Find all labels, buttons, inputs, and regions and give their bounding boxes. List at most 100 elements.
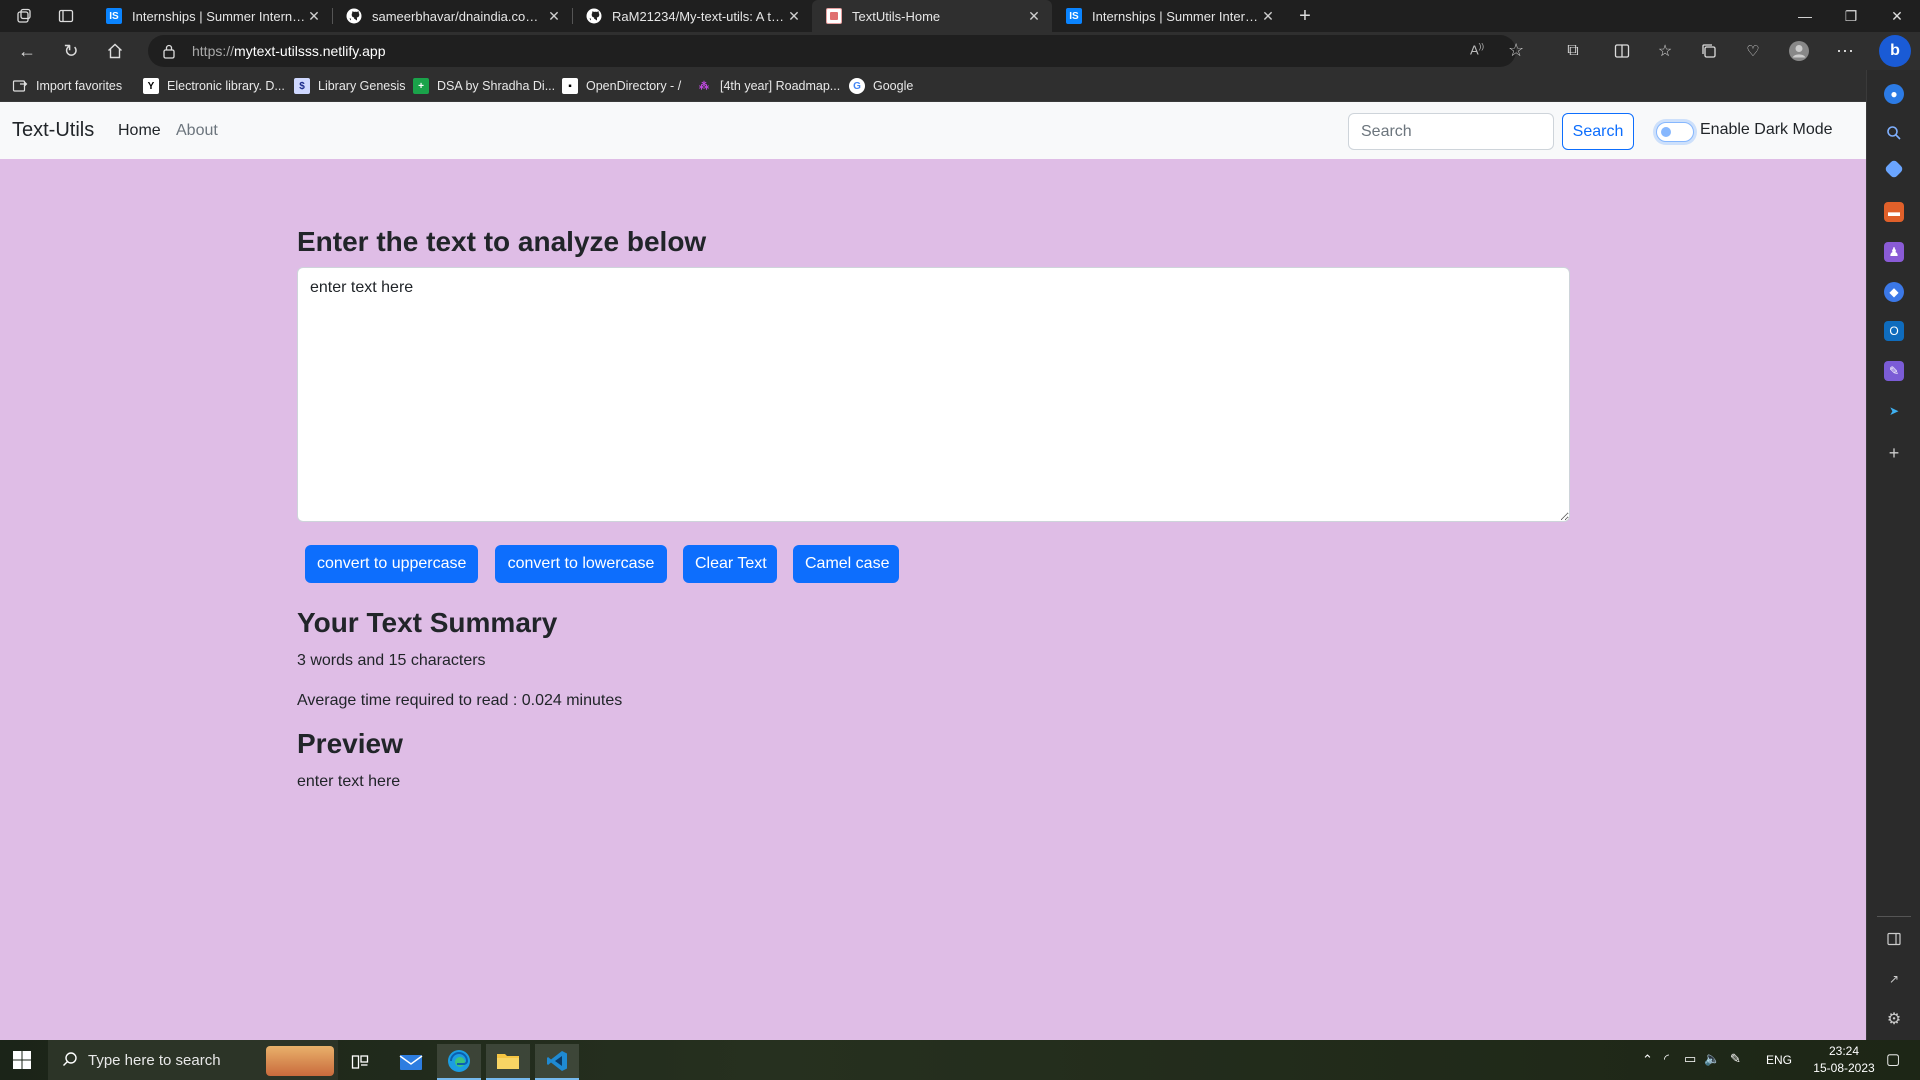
- dark-mode-label[interactable]: Enable Dark Mode: [1700, 121, 1833, 139]
- taskbar-search-box[interactable]: Type here to search: [48, 1040, 338, 1080]
- favorite-star-icon[interactable]: ☆: [1508, 40, 1524, 61]
- new-tab-icon[interactable]: +: [1294, 4, 1316, 28]
- page-favicon-icon: [826, 8, 842, 24]
- add-sidebar-app-icon[interactable]: +: [1884, 443, 1904, 463]
- home-icon[interactable]: [100, 36, 130, 66]
- hide-sidebar-icon[interactable]: [1884, 929, 1904, 949]
- favorite-label: Google: [873, 79, 914, 93]
- windows-start-icon[interactable]: [12, 1050, 32, 1070]
- chevron-up-icon[interactable]: ⌃: [1642, 1052, 1653, 1068]
- favorite-label: Electronic library. D...: [167, 79, 285, 93]
- favorite-item[interactable]: ▪ OpenDirectory - /: [562, 77, 681, 95]
- browser-tab[interactable]: RaM21234/My-text-utils: A tool ✕: [572, 0, 812, 32]
- edge-browser-icon[interactable]: [437, 1044, 481, 1080]
- favorites-icon[interactable]: ☆: [1650, 36, 1680, 66]
- network-icon[interactable]: ◜: [1664, 1051, 1669, 1067]
- lock-icon[interactable]: [162, 43, 176, 64]
- close-tab-icon[interactable]: ✕: [1260, 8, 1276, 25]
- microsoft-365-icon[interactable]: ◆: [1884, 282, 1904, 302]
- reading-time: Average time required to read : 0.024 mi…: [297, 692, 623, 709]
- read-aloud-icon[interactable]: A)): [1470, 42, 1484, 57]
- lowercase-button[interactable]: convert to lowercase: [495, 545, 667, 583]
- browser-toolbar: ← ↻ https://mytext-utilsss.netlify.app A…: [0, 32, 1920, 70]
- uppercase-button[interactable]: convert to uppercase: [305, 545, 478, 583]
- profile-avatar-icon[interactable]: [1784, 36, 1814, 66]
- tools-icon[interactable]: ▬: [1884, 202, 1904, 222]
- minimize-icon[interactable]: —: [1782, 0, 1828, 32]
- bing-chat-icon[interactable]: b: [1879, 35, 1911, 67]
- favorite-item[interactable]: $ Library Genesis: [294, 77, 406, 95]
- pen-icon[interactable]: ✎: [1730, 1051, 1741, 1067]
- search-icon[interactable]: [1884, 123, 1904, 143]
- close-tab-icon[interactable]: ✕: [306, 8, 322, 25]
- back-icon[interactable]: ←: [12, 36, 42, 66]
- clock-time[interactable]: 23:24: [1812, 1044, 1876, 1058]
- split-screen-icon[interactable]: [1607, 36, 1637, 66]
- drop-icon[interactable]: ✎: [1884, 361, 1904, 381]
- site-navbar: Text-Utils Home About Search Enable Dark…: [0, 102, 1866, 159]
- workspaces-icon[interactable]: [16, 8, 32, 27]
- nav-link-home[interactable]: Home: [118, 122, 161, 140]
- google-icon: G: [849, 78, 865, 94]
- vscode-icon[interactable]: [535, 1044, 579, 1080]
- clear-text-button[interactable]: Clear Text: [683, 545, 777, 583]
- favorite-item[interactable]: + DSA by Shradha Di...: [413, 77, 555, 95]
- search-input[interactable]: [1348, 113, 1554, 150]
- extensions-icon[interactable]: ⧉: [1558, 36, 1588, 66]
- preview-title: Preview: [297, 728, 403, 759]
- brand-link[interactable]: Text-Utils: [12, 119, 94, 142]
- tab-actions-icon[interactable]: [58, 8, 74, 29]
- camel-case-button[interactable]: Camel case: [793, 545, 899, 583]
- book-icon: $: [294, 78, 310, 94]
- external-link-icon[interactable]: ↗: [1884, 969, 1904, 989]
- tab-title: TextUtils-Home: [852, 8, 941, 24]
- shopping-tag-icon[interactable]: [1884, 159, 1904, 179]
- favorite-item[interactable]: Y Electronic library. D...: [143, 77, 285, 95]
- favorite-item[interactable]: Import favorites: [12, 77, 122, 95]
- browser-tab[interactable]: sameerbhavar/dnaindia.com: Clo ✕: [332, 0, 572, 32]
- restore-icon[interactable]: ❐: [1828, 0, 1874, 32]
- browser-tab-active[interactable]: TextUtils-Home ✕: [812, 0, 1052, 32]
- browser-essentials-icon[interactable]: ♡: [1738, 36, 1768, 66]
- action-center-icon[interactable]: ▢: [1886, 1050, 1900, 1068]
- clock-date[interactable]: 15-08-2023: [1804, 1061, 1884, 1075]
- internshala-icon: IS: [106, 8, 122, 24]
- search-highlight-image[interactable]: [266, 1046, 334, 1076]
- more-options-icon[interactable]: ⋯: [1830, 36, 1860, 66]
- url-text[interactable]: https://mytext-utilsss.netlify.app: [192, 43, 386, 59]
- close-window-icon[interactable]: ✕: [1874, 0, 1920, 32]
- browser-tab[interactable]: IS Internships | Summer Internship ✕: [92, 0, 332, 32]
- search-button[interactable]: Search: [1562, 113, 1634, 150]
- word-char-count: 3 words and 15 characters: [297, 652, 486, 669]
- close-tab-icon[interactable]: ✕: [546, 8, 562, 25]
- language-indicator[interactable]: ENG: [1766, 1053, 1792, 1067]
- task-view-icon[interactable]: [338, 1044, 382, 1080]
- nav-link-about[interactable]: About: [176, 122, 218, 140]
- outlook-icon[interactable]: O: [1884, 321, 1904, 341]
- text-input-area[interactable]: enter text here: [297, 267, 1570, 522]
- send-icon[interactable]: ➤: [1884, 401, 1904, 421]
- games-icon[interactable]: ♟: [1884, 242, 1904, 262]
- battery-icon[interactable]: ▭: [1684, 1051, 1696, 1067]
- mail-icon[interactable]: [389, 1044, 433, 1080]
- favorite-item[interactable]: G Google: [849, 77, 913, 95]
- edge-sidebar: ● ▬ ♟ ◆ O ✎ ➤ + ↗ ⚙: [1866, 70, 1920, 1040]
- collections-icon[interactable]: [1694, 36, 1724, 66]
- file-explorer-icon[interactable]: [486, 1044, 530, 1080]
- dark-mode-toggle[interactable]: [1656, 122, 1694, 142]
- close-tab-icon[interactable]: ✕: [1026, 8, 1042, 25]
- windows-taskbar: Type here to search ⌃ ◜ ▭ 🔈 ✎ ENG 23:24 …: [0, 1040, 1920, 1080]
- refresh-icon[interactable]: ↻: [56, 36, 86, 66]
- close-tab-icon[interactable]: ✕: [786, 8, 802, 25]
- volume-icon[interactable]: 🔈: [1704, 1051, 1720, 1067]
- browser-tab[interactable]: IS Internships | Summer Internship ✕: [1052, 0, 1286, 32]
- notifications-icon[interactable]: ●: [1884, 84, 1904, 104]
- browser-tab-strip: IS Internships | Summer Internship ✕ sam…: [0, 0, 1920, 32]
- summary-title: Your Text Summary: [297, 607, 558, 638]
- folder-icon: ▪: [562, 78, 578, 94]
- favorite-item[interactable]: ⁂ [4th year] Roadmap...: [696, 77, 840, 95]
- address-bar[interactable]: https://mytext-utilsss.netlify.app A)) ☆: [148, 35, 1524, 67]
- page-heading: Enter the text to analyze below: [297, 226, 707, 257]
- search-icon: [62, 1051, 78, 1071]
- settings-gear-icon[interactable]: ⚙: [1884, 1009, 1904, 1029]
